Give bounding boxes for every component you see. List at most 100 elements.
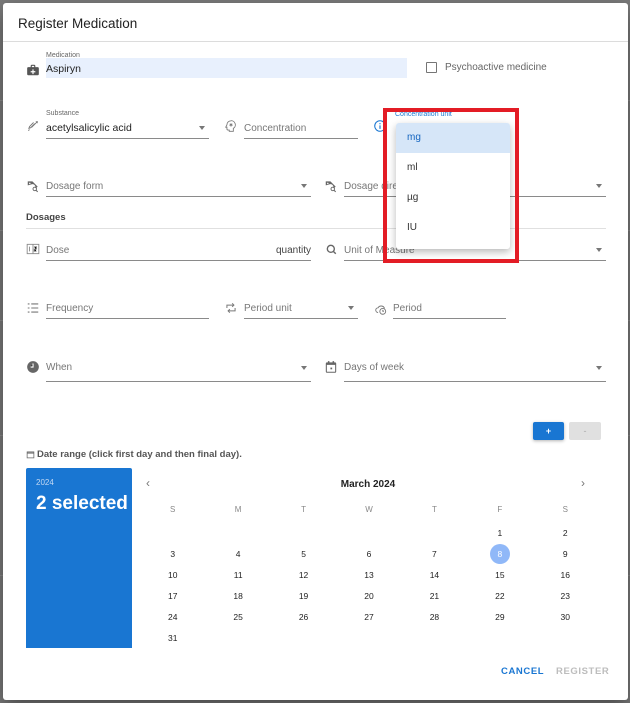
calendar-empty-cell [271,628,336,649]
dose-suffix: quantity [275,245,311,256]
calendar-day[interactable]: 12 [271,565,336,586]
calendar-day[interactable]: 10 [140,565,205,586]
calendar-day[interactable]: 25 [205,607,270,628]
medication-label: Medication [46,52,80,59]
chevron-down-icon [199,126,205,130]
calendar-day[interactable]: 17 [140,586,205,607]
calendar-day-number: 22 [495,591,505,601]
frequency-placeholder: Frequency [46,303,94,314]
psychoactive-checkbox[interactable] [426,62,437,73]
calendar-day[interactable]: 23 [533,586,598,607]
calendar-day[interactable]: 4 [205,544,270,565]
calendar-day[interactable]: 19 [271,586,336,607]
calendar-day[interactable]: 14 [402,565,467,586]
weekday-label: M [234,505,242,514]
calendar-day[interactable]: 16 [533,565,598,586]
dosage-form-select[interactable]: Dosage form [46,175,311,197]
calendar-week-row: 17 18 19 20 21 22 23 [140,586,598,607]
calendar-day[interactable]: 18 [205,586,270,607]
dropdown-option-0[interactable]: mg [396,123,510,153]
calendar-empty-cell [336,523,401,544]
calendar-day-number: 20 [364,591,374,601]
previous-month-button[interactable]: ‹ [146,476,150,490]
calendar-day[interactable]: 8 [467,544,532,565]
medical-bag-icon [25,62,41,78]
calendar-day[interactable]: 22 [467,586,532,607]
date-range-text: Date range (click first day and then fin… [37,449,242,460]
calendar-week-row: 12 [140,523,598,544]
head-asterisk-icon [223,118,239,134]
calendar-day[interactable]: 28 [402,607,467,628]
dropdown-option-2[interactable]: µg [396,183,510,213]
weekday-label: T [301,505,306,514]
calendar-day[interactable]: 27 [336,607,401,628]
period-input[interactable]: Period [393,297,506,319]
calendar-day[interactable]: 6 [336,544,401,565]
calendar-day[interactable]: 20 [336,586,401,607]
calendar-day-number: 7 [432,549,437,559]
dropdown-option-3[interactable]: IU [396,213,510,243]
calendar-day[interactable]: 29 [467,607,532,628]
medication-input[interactable]: Medication Aspiryn [46,52,407,78]
calendar-day[interactable]: 11 [205,565,270,586]
tag-search-icon [323,178,339,194]
substance-select[interactable]: Substance acetylsalicylic acid [46,110,209,139]
cancel-button[interactable]: CANCEL [501,666,544,677]
search-icon [324,242,340,258]
dose-input[interactable]: Dose quantity [46,239,311,261]
weekday-label: T [431,505,437,514]
chevron-down-icon [301,366,307,370]
calendar-icon [323,359,339,375]
weekday-label: F [497,505,503,514]
calendar-day[interactable]: 3 [140,544,205,565]
clock-icon [25,359,41,375]
calendar-empty-cell [205,523,270,544]
frequency-input[interactable]: Frequency [46,297,209,319]
calendar-day[interactable]: 26 [271,607,336,628]
numeric-icon [25,241,41,257]
concentration-unit-dropdown: mg ml µg IU [396,123,510,249]
calendar-day-number: 16 [560,570,571,580]
concentration-input[interactable]: Concentration [244,117,358,139]
calendar-empty-cell [140,523,205,544]
calendar-day-number: 17 [167,591,178,601]
add-dosage-button[interactable]: + [533,422,564,440]
calendar-day[interactable]: 5 [271,544,336,565]
calendar-day[interactable]: 24 [140,607,205,628]
dropdown-option-1[interactable]: ml [396,153,510,183]
calendar-day[interactable]: 9 [533,544,598,565]
remove-dosage-button[interactable]: - [569,422,601,440]
days-of-week-select[interactable]: Days of week [344,360,606,382]
calendar-day[interactable]: 13 [336,565,401,586]
calendar-week-row: 10 11 12 13 14 15 16 [140,565,598,586]
weekday-label: S [562,505,568,514]
register-button[interactable]: REGISTER [556,666,609,677]
calendar-day[interactable]: 1 [467,523,532,544]
calendar-day[interactable]: 31 [140,628,205,649]
calendar-day-number: 27 [364,612,374,622]
calendar-day-number: 1 [497,528,503,538]
calendar-day-number: 8 [489,544,510,564]
substance-label: Substance [46,110,80,117]
calendar-day-number: 26 [298,612,309,622]
period-unit-select[interactable]: Period unit [244,297,358,319]
calendar-year[interactable]: 2024 [36,478,54,487]
calendar-day-number: 12 [298,570,309,580]
tag-search-icon [25,178,41,194]
calendar-day[interactable]: 7 [402,544,467,565]
calendar-day-number: 23 [560,591,571,601]
calendar-day-number: 18 [233,591,243,601]
when-placeholder: When [46,362,73,373]
calendar-day-number: 31 [167,633,178,643]
calendar-day-number: 4 [235,549,241,559]
dose-placeholder: Dose [46,245,70,256]
calendar-day-number: 9 [562,549,568,559]
when-select[interactable]: When [46,360,311,382]
calendar-day[interactable]: 15 [467,565,532,586]
chevron-down-icon [301,184,307,188]
calendar-day[interactable]: 21 [402,586,467,607]
calendar-day[interactable]: 2 [533,523,598,544]
calendar-day[interactable]: 30 [533,607,598,628]
next-month-button[interactable]: › [581,476,585,490]
register-medication-dialog: Register Medication Medication Aspiryn P… [3,3,628,700]
